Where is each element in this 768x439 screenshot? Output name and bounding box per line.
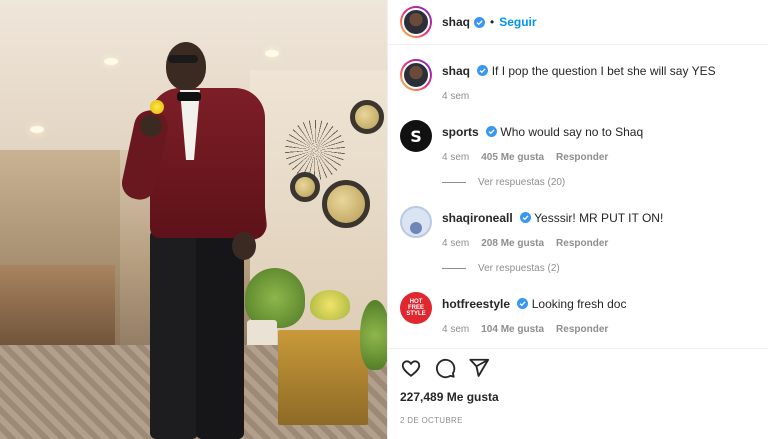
view-replies-button[interactable]: Ver respuestas (20) bbox=[442, 177, 756, 188]
comment-text: Who would say no to Shaq bbox=[500, 125, 644, 139]
comment-text: Looking fresh doc bbox=[531, 297, 627, 311]
comment-icon[interactable] bbox=[434, 357, 456, 379]
avatar[interactable]: S bbox=[400, 120, 432, 152]
verified-badge-icon bbox=[517, 298, 529, 309]
flower-arrangement bbox=[310, 290, 350, 320]
comment-time[interactable]: 4 sem bbox=[442, 238, 469, 249]
likes-count[interactable]: 227,489 Me gusta bbox=[388, 390, 768, 404]
post-actions bbox=[388, 348, 768, 386]
verified-badge-icon bbox=[474, 16, 486, 28]
comment-username[interactable]: hotfreestyle bbox=[442, 297, 510, 311]
comment-time[interactable]: 4 sem bbox=[442, 324, 469, 335]
post-header: shaq • Seguir bbox=[388, 0, 768, 45]
caption-username[interactable]: shaq bbox=[442, 64, 470, 78]
reply-button[interactable]: Responder bbox=[556, 238, 608, 249]
post-side-panel: shaq • Seguir shaq If I pop the question… bbox=[387, 0, 768, 439]
follow-button[interactable]: Seguir bbox=[499, 15, 536, 29]
header-username[interactable]: shaq bbox=[442, 15, 470, 29]
comment-username[interactable]: shaqironeall bbox=[442, 211, 513, 225]
replies-dash bbox=[442, 268, 466, 269]
comment-likes[interactable]: 405 Me gusta bbox=[481, 152, 544, 163]
replies-dash bbox=[442, 182, 466, 183]
verified-badge-icon bbox=[486, 126, 498, 137]
comment: S sports Who would say no to Shaq 4 sem … bbox=[400, 120, 756, 163]
wall-mirror bbox=[290, 172, 320, 202]
avatar[interactable] bbox=[400, 59, 432, 91]
default-avatar-icon bbox=[410, 222, 422, 234]
avatar[interactable]: HOT FREE STYLE bbox=[400, 292, 432, 324]
avatar-image bbox=[402, 8, 430, 36]
sports-logo: S bbox=[410, 126, 422, 146]
comment: shaqironeall Yesssir! MR PUT IT ON! 4 se… bbox=[400, 206, 756, 249]
post-date[interactable]: 2 DE OCTUBRE bbox=[388, 416, 768, 425]
comment: HOT FREE STYLE hotfreestyle Looking fres… bbox=[400, 292, 756, 335]
instagram-post: shaq • Seguir shaq If I pop the question… bbox=[0, 0, 768, 439]
view-replies-button[interactable]: Ver respuestas (2) bbox=[442, 263, 756, 274]
hotfreestyle-logo-text: STYLE bbox=[406, 311, 426, 317]
heart-icon[interactable] bbox=[400, 357, 422, 379]
sunglasses bbox=[168, 55, 198, 63]
share-icon[interactable] bbox=[468, 357, 490, 379]
red-jacket bbox=[150, 88, 265, 238]
photo-counter bbox=[0, 265, 115, 350]
reply-button[interactable]: Responder bbox=[556, 152, 608, 163]
yellow-flower bbox=[150, 100, 164, 114]
ceiling-light bbox=[104, 58, 118, 65]
person-hand bbox=[140, 115, 162, 137]
ceiling-light bbox=[30, 126, 44, 133]
bottom-spacer bbox=[388, 425, 768, 439]
person-head bbox=[166, 42, 206, 90]
ceiling-light bbox=[265, 50, 279, 57]
view-replies-label: Ver respuestas (20) bbox=[478, 177, 566, 188]
wall-sculpture bbox=[285, 120, 345, 180]
comment-likes[interactable]: 208 Me gusta bbox=[481, 238, 544, 249]
comments-list[interactable]: shaq If I pop the question I bet she wil… bbox=[388, 45, 768, 348]
verified-badge-icon bbox=[477, 65, 489, 76]
wall-mirror bbox=[350, 100, 384, 134]
bow-tie bbox=[177, 92, 201, 101]
caption-text: If I pop the question I bet she will say… bbox=[491, 64, 716, 78]
person-leg bbox=[196, 230, 244, 439]
comment-username[interactable]: sports bbox=[442, 125, 479, 139]
side-table bbox=[278, 330, 368, 425]
post-photo[interactable] bbox=[0, 0, 387, 439]
comment-text: Yesssir! MR PUT IT ON! bbox=[534, 211, 664, 225]
person-hand bbox=[232, 232, 256, 260]
avatar-image bbox=[402, 61, 430, 89]
avatar[interactable] bbox=[400, 6, 432, 38]
avatar[interactable] bbox=[400, 206, 432, 238]
plant bbox=[360, 300, 387, 370]
comment-time[interactable]: 4 sem bbox=[442, 152, 469, 163]
wall-mirror bbox=[322, 180, 370, 228]
person-leg bbox=[150, 230, 198, 439]
reply-button[interactable]: Responder bbox=[556, 324, 608, 335]
plant bbox=[245, 268, 305, 328]
caption: shaq If I pop the question I bet she wil… bbox=[400, 59, 756, 102]
view-replies-label: Ver respuestas (2) bbox=[478, 263, 560, 274]
header-separator: • bbox=[490, 15, 495, 29]
verified-badge-icon bbox=[520, 212, 532, 223]
caption-time[interactable]: 4 sem bbox=[442, 91, 469, 102]
comment-likes[interactable]: 104 Me gusta bbox=[481, 324, 544, 335]
